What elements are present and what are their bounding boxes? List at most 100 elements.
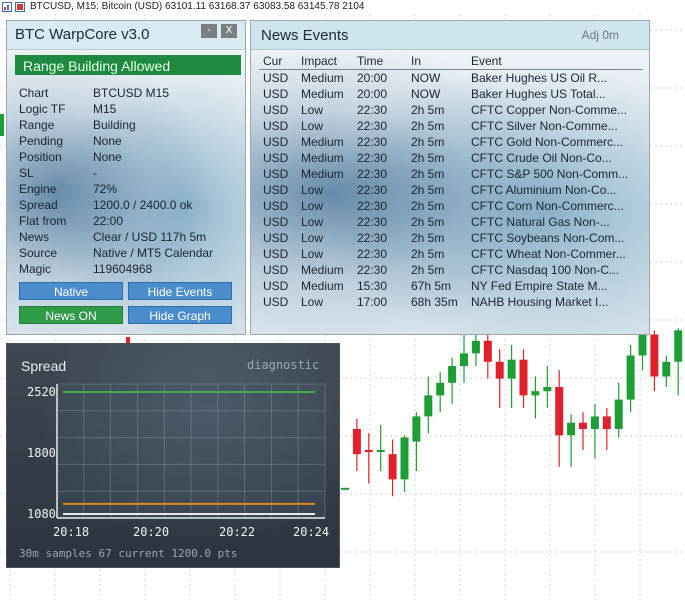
column-header: Impact [297, 53, 353, 70]
candle-body [471, 340, 480, 354]
news-table: Cur Impact Time In Event USD Medium 20:00 NOW Ba… [259, 53, 643, 310]
table-cell: NAHB Housing Market I... [471, 295, 609, 309]
table-row: USD Medium 20:00 NOW Baker Hughes US Oil R..… [259, 70, 643, 87]
minimize-button[interactable]: - [201, 24, 217, 38]
candle-body [436, 382, 445, 396]
candle-body [602, 416, 611, 429]
table-cell: 20:00 [357, 87, 388, 101]
table-cell: CFTC Gold Non-Commerc... [471, 135, 624, 149]
table-cell: CFTC Copper Non-Comme... [471, 103, 628, 117]
range-status-banner: Range Building Allowed [15, 55, 241, 75]
candle-body [483, 340, 492, 362]
news-title-bar[interactable]: News Events Adj 0m [251, 21, 649, 50]
table-cell: 2h 5m [411, 263, 445, 277]
info-key: Magic [19, 262, 52, 276]
table-cell: 2h 5m [411, 199, 445, 213]
table-cell: CFTC Corn Non-Commerc... [471, 199, 624, 213]
spread-graph-panel[interactable]: Spread diagnostic 30m samples 67 current… [6, 343, 340, 568]
table-row: USD Medium 22:30 2h 5m CFTC Nasdaq 100 Non-C… [259, 262, 643, 278]
info-row: Chart BTCUSD M15 [19, 85, 169, 101]
info-value: None [93, 134, 122, 148]
table-row: USD Medium 22:30 2h 5m CFTC Crude Oil Non-Co… [259, 150, 643, 166]
info-row: Source Native / MT5 Calendar [19, 245, 213, 261]
candle-body [460, 353, 468, 366]
table-row: USD Medium 22:30 2h 5m CFTC Gold Non-Commerc… [259, 134, 643, 150]
table-cell: Low [301, 103, 324, 117]
info-key: Flat from [19, 214, 67, 228]
info-key: Logic TF [19, 102, 66, 116]
info-key: Position [19, 150, 62, 164]
table-cell: 20:00 [357, 71, 388, 85]
info-row: SL - [19, 165, 97, 181]
warpcore-panel[interactable]: BTC WarpCore v3.0 - X Range Building All… [6, 20, 246, 335]
time-adjust-label[interactable]: Adj 0m [582, 28, 619, 42]
news-events-panel[interactable]: News Events Adj 0m Cur Impact Time In Event … [250, 20, 650, 335]
table-cell: USD [263, 135, 289, 149]
table-cell: CFTC S&P 500 Non-Comm... [471, 167, 629, 181]
warpcore-title-bar[interactable]: BTC WarpCore v3.0 - X [7, 21, 245, 50]
table-cell: 2h 5m [411, 247, 445, 261]
candle-body [507, 359, 516, 379]
table-cell: USD [263, 295, 289, 309]
table-cell: NOW [411, 71, 441, 85]
table-cell: CFTC Wheat Non-Commer... [471, 247, 626, 261]
candle-body [531, 391, 540, 396]
table-cell: 2h 5m [411, 119, 445, 133]
close-button[interactable]: X [221, 24, 237, 38]
table-cell: Medium [301, 263, 344, 277]
table-cell: Low [301, 119, 324, 133]
table-cell: Low [301, 295, 324, 309]
table-cell: USD [263, 183, 289, 197]
hide-graph-button[interactable]: Hide Graph [128, 306, 232, 324]
column-header: Time [353, 53, 407, 70]
candle-body [555, 387, 564, 436]
table-cell: USD [263, 279, 289, 293]
candle-body [674, 330, 683, 362]
table-cell: 22:30 [357, 151, 388, 165]
native-button[interactable]: Native [19, 282, 123, 300]
y-tick-label: 1800 [27, 446, 56, 460]
candle-body [364, 450, 373, 453]
table-cell: Low [301, 231, 324, 245]
table-cell: 17:00 [357, 295, 388, 309]
table-row: USD Low 22:30 2h 5m CFTC Soybeans Non-Com... [259, 230, 643, 246]
table-cell: 22:30 [357, 167, 388, 181]
candle-body [400, 437, 409, 480]
candle-body [662, 361, 671, 377]
y-tick-label: 2520 [27, 385, 56, 399]
table-row: USD Medium 15:30 67h 5m NY Fed Empire State … [259, 278, 643, 294]
info-row: News Clear / USD 117h 5m [19, 229, 206, 245]
table-cell: Medium [301, 87, 344, 101]
table-cell: CFTC Aluminium Non-Co... [471, 183, 617, 197]
info-value: Native / MT5 Calendar [93, 246, 214, 260]
column-header: Cur [259, 53, 297, 70]
info-value: - [93, 166, 97, 180]
candle-body [388, 454, 397, 480]
table-cell: USD [263, 263, 289, 277]
news-on-button[interactable]: News ON [19, 306, 123, 324]
table-cell: CFTC Silver Non-Comme... [471, 119, 618, 133]
table-cell: CFTC Natural Gas Non-... [471, 215, 610, 229]
info-row: Magic 119604968 [19, 261, 152, 277]
table-cell: USD [263, 87, 289, 101]
info-value: Building [93, 118, 136, 132]
candle-body [376, 450, 385, 452]
diagnostic-label: diagnostic [247, 358, 319, 372]
table-row: USD Low 22:30 2h 5m CFTC Copper Non-Comme... [259, 102, 643, 118]
chart-window-icon [2, 2, 12, 12]
table-cell: 2h 5m [411, 167, 445, 181]
table-row: USD Low 22:30 2h 5m CFTC Natural Gas Non-... [259, 214, 643, 230]
candle-body [495, 361, 504, 379]
info-key: Pending [19, 134, 64, 148]
table-cell: 22:30 [357, 183, 388, 197]
info-value: 119604968 [93, 262, 153, 276]
candle-body [448, 366, 457, 383]
table-cell: 67h 5m [411, 279, 452, 293]
hide-events-button[interactable]: Hide Events [128, 282, 232, 300]
table-cell: Baker Hughes US Total... [471, 87, 606, 101]
table-cell: CFTC Crude Oil Non-Co... [471, 151, 612, 165]
spread-title: Spread [21, 358, 66, 374]
table-cell: NOW [411, 87, 441, 101]
info-key: Source [19, 246, 58, 260]
info-value: 1200.0 / 2400.0 ok [93, 198, 193, 212]
